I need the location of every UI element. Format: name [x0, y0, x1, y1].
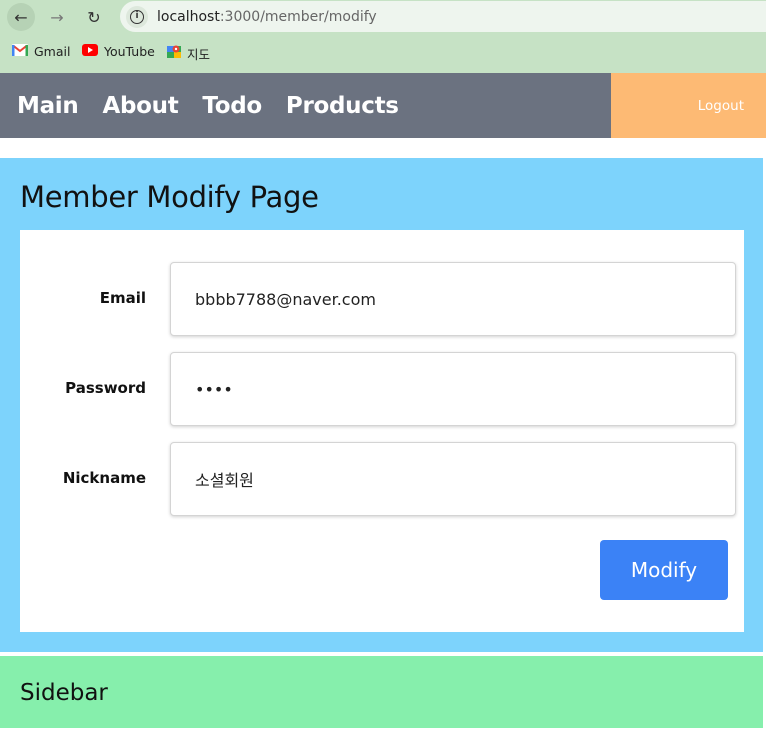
bookmark-youtube[interactable]: YouTube [82, 44, 155, 59]
url-text: localhost:3000/member/modify [157, 8, 377, 25]
back-arrow-icon[interactable]: ← [7, 3, 35, 31]
bookmark-maps[interactable]: 지도 [167, 44, 210, 63]
logout-area: Logout [611, 73, 766, 138]
email-label: Email [99, 289, 146, 307]
email-field[interactable]: bbbb7788@naver.com [170, 262, 736, 336]
modify-form: Email bbbb7788@naver.com Password •••• N… [20, 230, 744, 632]
page-title: Member Modify Page [20, 180, 319, 214]
nickname-label: Nickname [62, 469, 146, 487]
nickname-row: Nickname 소셜회원 [20, 442, 744, 516]
reload-icon[interactable]: ↻ [80, 3, 108, 31]
gmail-icon [12, 44, 28, 59]
modify-button[interactable]: Modify [600, 540, 728, 600]
bookmarks-bar: Gmail YouTube 지도 [0, 33, 766, 73]
sidebar-title: Sidebar [20, 680, 108, 706]
email-row: Email bbbb7788@naver.com [20, 262, 744, 336]
youtube-icon [82, 44, 98, 59]
browser-toolbar: ← → ↻ i localhost:3000/member/modify [0, 0, 766, 33]
bookmark-label: 지도 [187, 47, 211, 62]
nav-link-main[interactable]: Main [17, 93, 79, 119]
bookmark-label: Gmail [34, 44, 71, 59]
nav-link-todo[interactable]: Todo [202, 93, 262, 119]
nickname-field[interactable]: 소셜회원 [170, 442, 736, 516]
password-row: Password •••• [20, 352, 744, 426]
bookmark-label: YouTube [104, 44, 155, 59]
nav-link-about[interactable]: About [102, 93, 178, 119]
site-info-icon[interactable]: i [126, 5, 148, 28]
site-header: Main About Todo Products Logout [0, 73, 766, 138]
password-field[interactable]: •••• [170, 352, 736, 426]
main-content: Member Modify Page Email bbbb7788@naver.… [0, 158, 763, 652]
logout-link[interactable]: Logout [698, 98, 744, 114]
nav-link-products[interactable]: Products [286, 93, 399, 119]
password-label: Password [65, 379, 146, 397]
maps-icon [167, 44, 181, 63]
address-bar[interactable]: i localhost:3000/member/modify [120, 1, 766, 32]
main-nav: Main About Todo Products [0, 73, 611, 138]
sidebar: Sidebar [0, 656, 763, 728]
bookmark-gmail[interactable]: Gmail [12, 44, 70, 59]
forward-arrow-icon[interactable]: → [43, 3, 71, 31]
